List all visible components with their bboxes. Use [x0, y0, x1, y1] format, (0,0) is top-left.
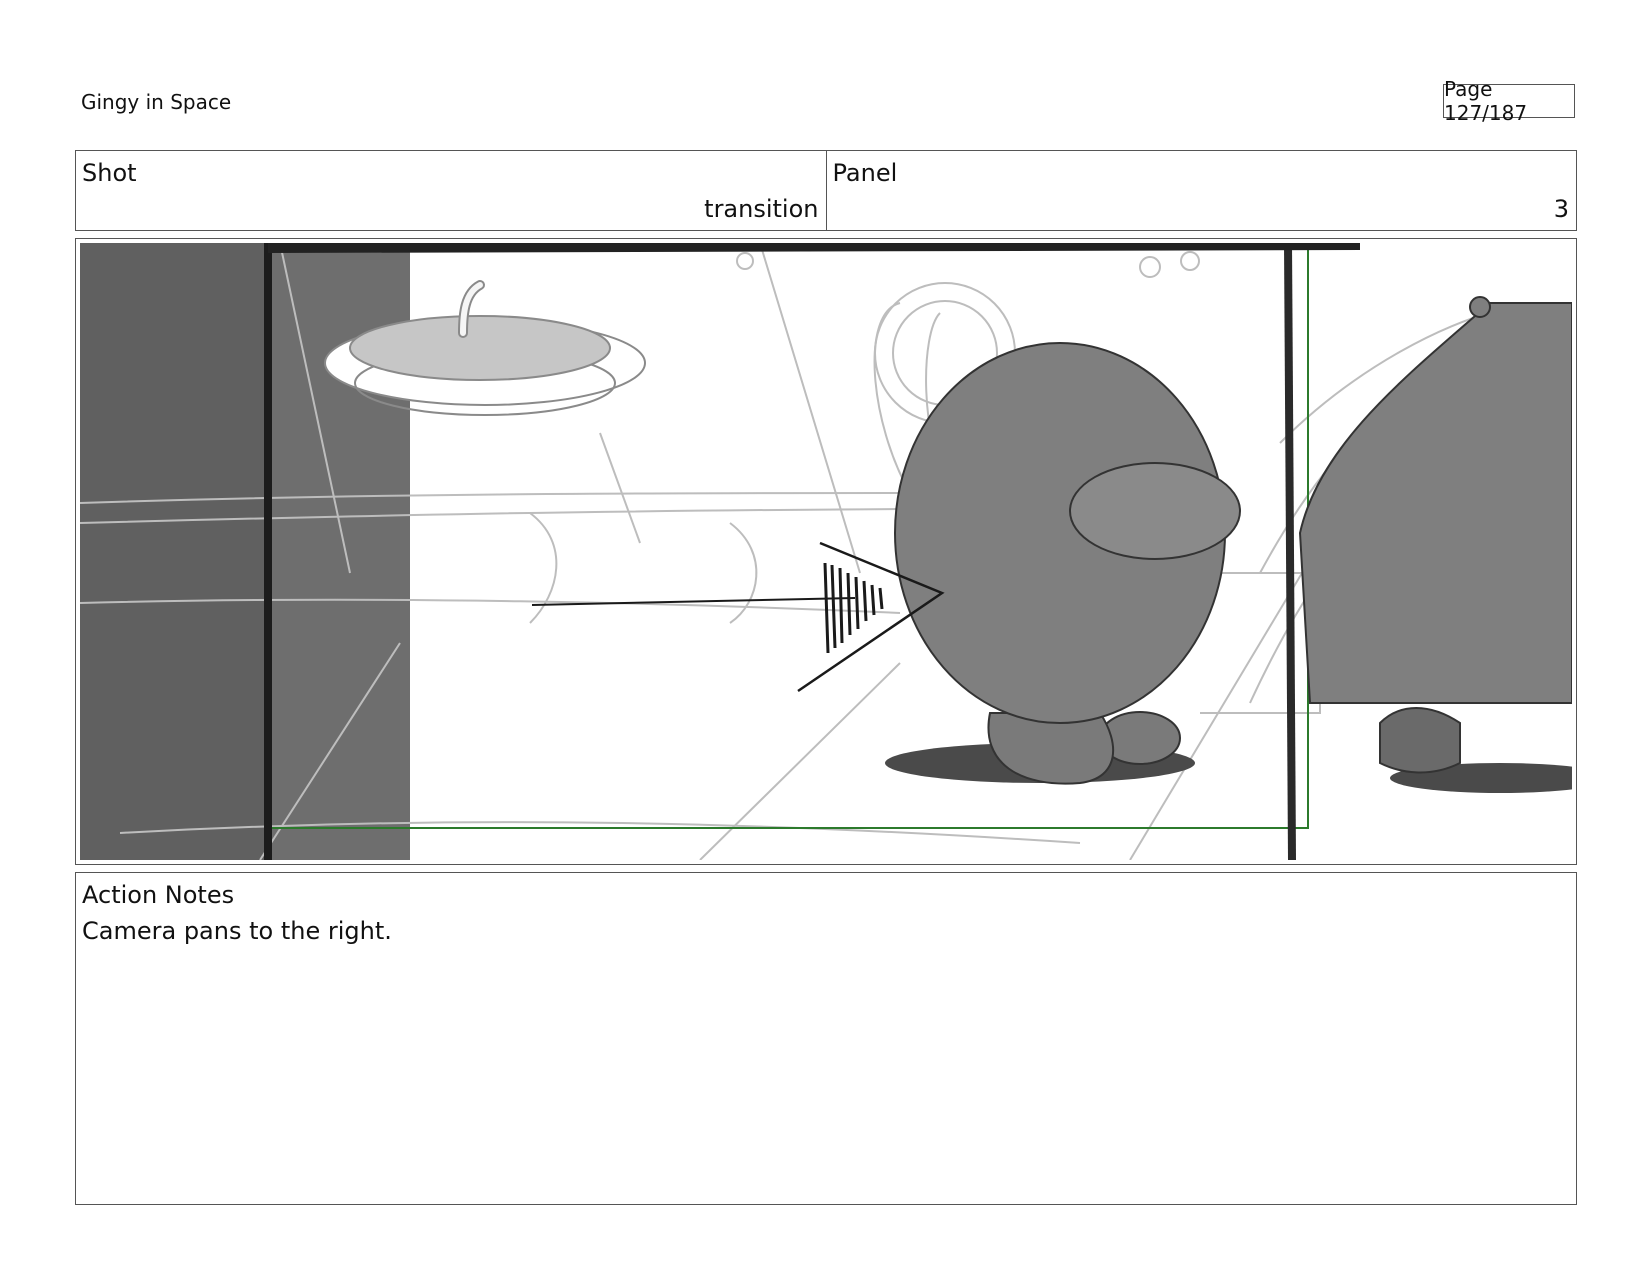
shot-value: transition — [704, 195, 819, 223]
shot-cell: Shot transition — [76, 151, 826, 230]
action-notes-box: Action Notes Camera pans to the right. — [75, 872, 1577, 1205]
panel-label: Panel — [832, 159, 898, 187]
page-number-text: Page 127/187 — [1444, 77, 1528, 125]
shot-panel-header: Shot transition Panel 3 — [75, 150, 1577, 231]
document-title: Gingy in Space — [81, 90, 232, 114]
action-notes-label: Action Notes — [82, 881, 235, 909]
storyboard-frame — [75, 238, 1577, 865]
panel-value: 3 — [1553, 195, 1569, 223]
storyboard-sketch-image — [80, 243, 1572, 860]
panel-cell: Panel 3 — [825, 151, 1577, 230]
action-notes-text: Camera pans to the right. — [82, 917, 392, 945]
shot-label: Shot — [82, 159, 137, 187]
page-indicator: Page 127/187 — [1443, 77, 1575, 125]
